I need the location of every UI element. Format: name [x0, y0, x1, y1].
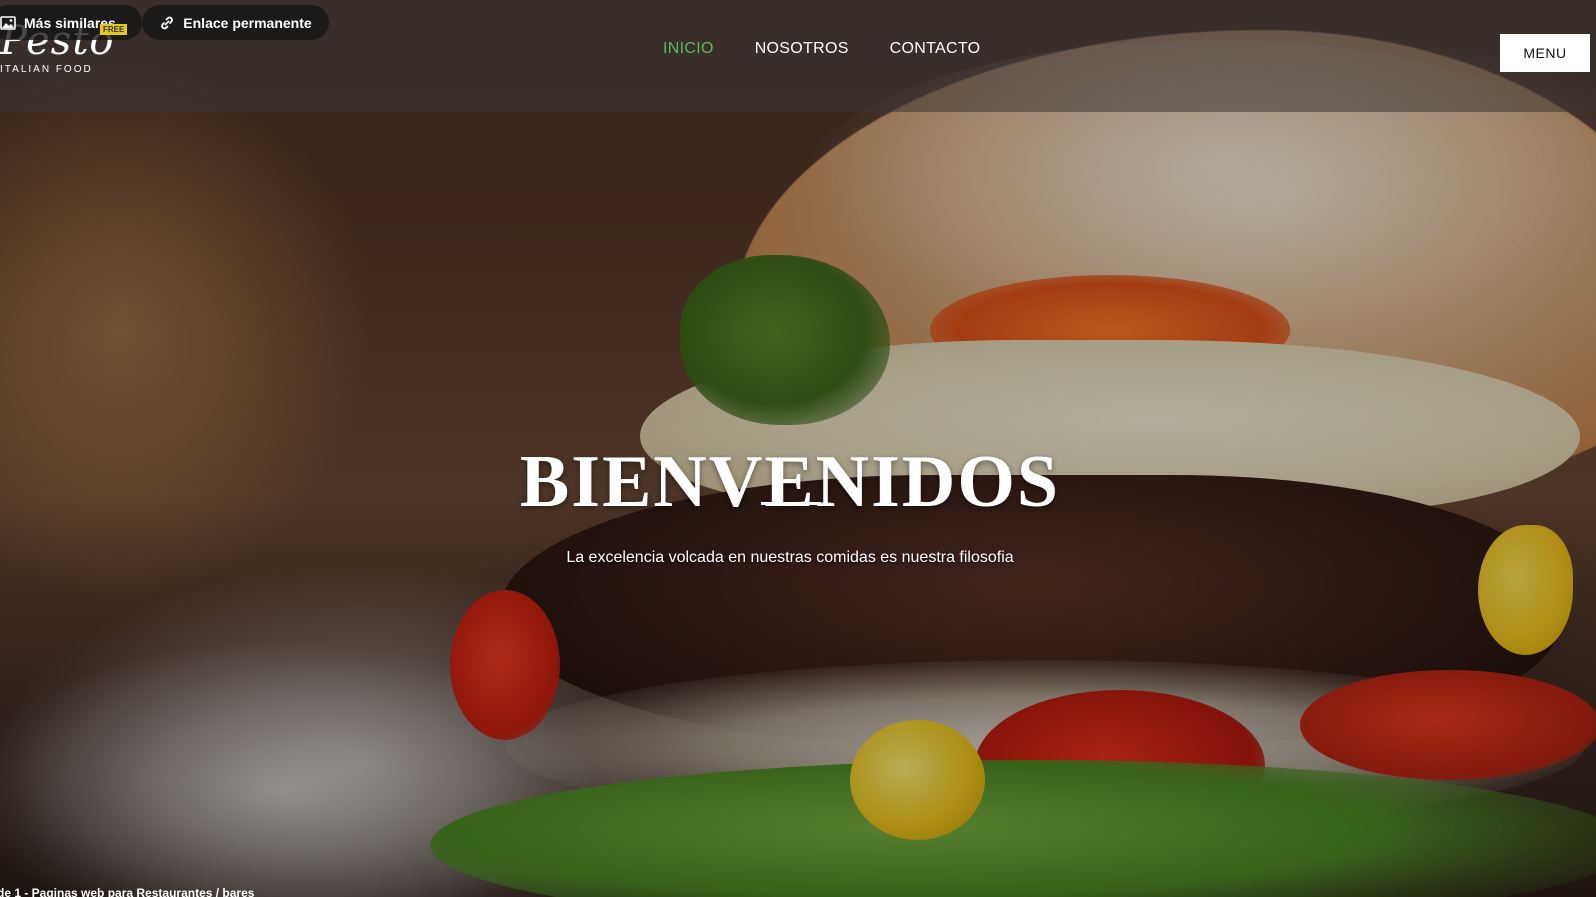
- hero-section: Pesto ITALIAN FOOD INICIO NOSOTROS CONTA…: [0, 0, 1596, 897]
- hero-divider: [761, 502, 821, 505]
- bottom-caption: de 1 - Paginas web para Restaurantes / b…: [0, 886, 255, 897]
- hero-title: BIENVENIDOS: [519, 440, 1061, 523]
- permalink-label: Enlace permanente: [183, 14, 312, 31]
- link-icon: [161, 16, 174, 29]
- menu-button[interactable]: MENU: [1500, 34, 1590, 72]
- nav-item-contacto[interactable]: CONTACTO: [890, 40, 981, 58]
- image-icon: [0, 15, 16, 30]
- nav-item-inicio[interactable]: INICIO: [663, 40, 714, 58]
- free-badge: FREE: [100, 24, 128, 35]
- hero-subtitle: La excelencia volcada en nuestras comida…: [566, 549, 1014, 566]
- main-nav: INICIO NOSOTROS CONTACTO: [663, 40, 980, 58]
- logo-subtitle: ITALIAN FOOD: [0, 64, 93, 75]
- permalink-button[interactable]: Enlace permanente: [142, 5, 329, 40]
- nav-item-nosotros[interactable]: NOSOTROS: [755, 40, 849, 58]
